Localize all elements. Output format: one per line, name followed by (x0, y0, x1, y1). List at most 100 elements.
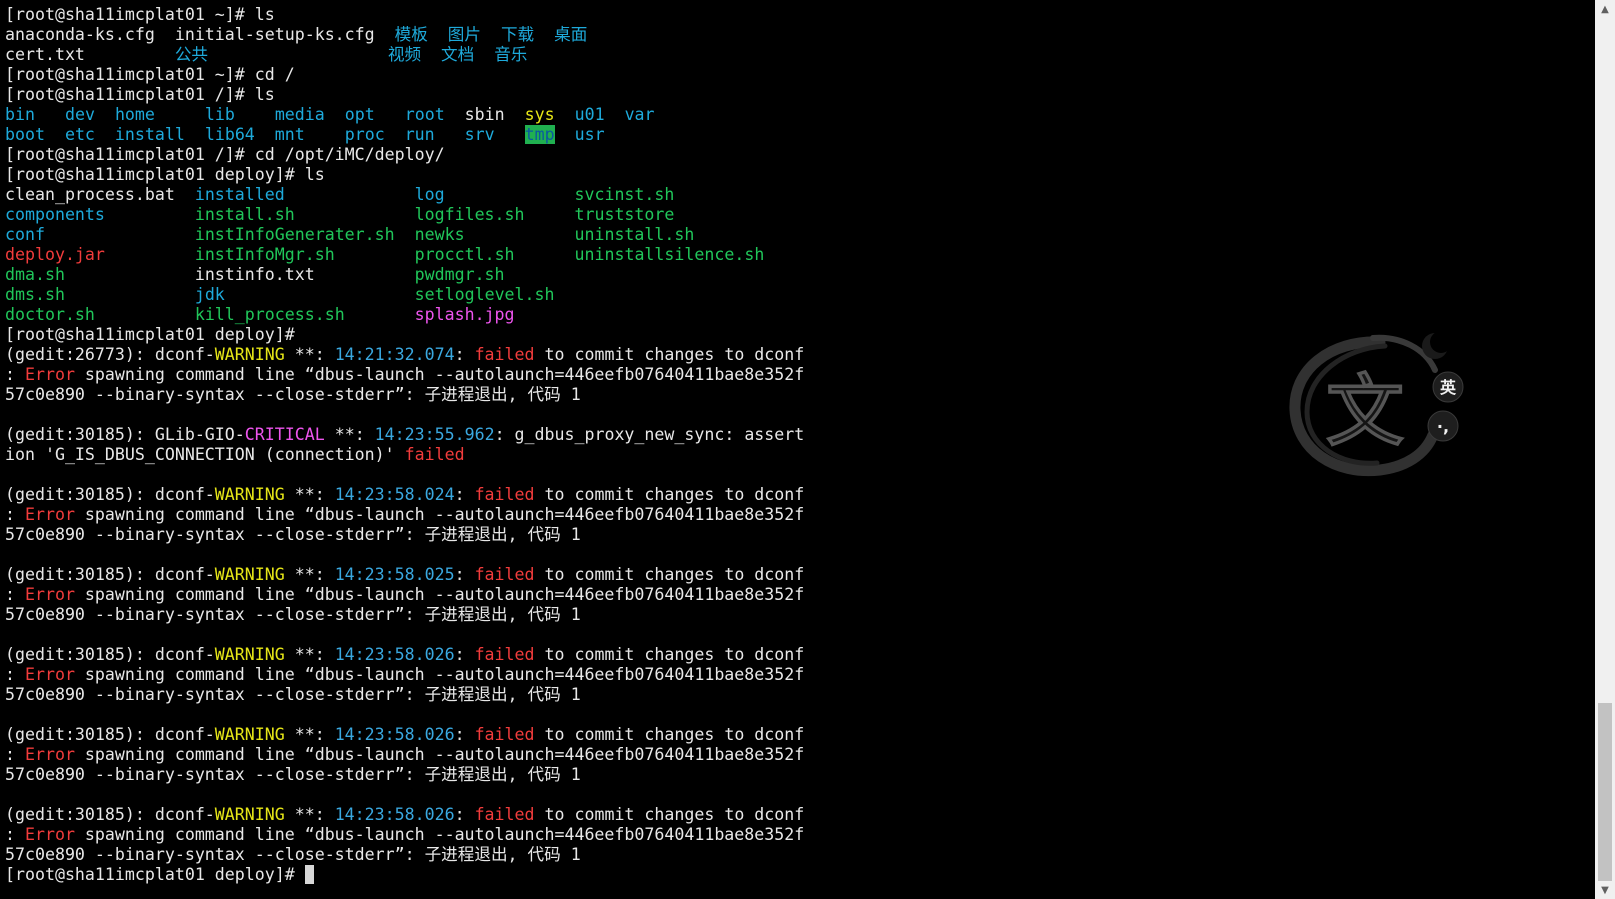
terminal-text-segment: var (624, 105, 655, 124)
scroll-up-arrow-icon[interactable]: ▲ (1595, 0, 1615, 18)
terminal-text-segment: spawning command line “dbus-launch --aut… (74, 505, 805, 524)
terminal-text-segment: home (114, 105, 155, 124)
terminal-text-segment: (gedit:30185): dconf- (5, 725, 215, 744)
terminal-text-segment: WARNING (214, 725, 285, 744)
ime-punct-button[interactable]: ·, (1427, 410, 1459, 442)
terminal-text-segment: kill_process.sh (194, 305, 345, 324)
scroll-down-arrow-icon[interactable]: ▼ (1595, 881, 1615, 899)
terminal-text-segment: 57c0e890 --binary-syntax --close-stderr”… (5, 525, 581, 544)
terminal-text-segment: conf (5, 225, 45, 244)
terminal-text-segment: spawning command line “dbus-launch --aut… (74, 825, 805, 844)
terminal-text-segment: CRITICAL (244, 425, 325, 444)
terminal-text-segment: 模板 (394, 25, 428, 44)
terminal-line: anaconda-ks.cfg initial-setup-ks.cfg 模板 … (5, 25, 804, 45)
terminal-line: : Error spawning command line “dbus-laun… (5, 665, 804, 685)
terminal-text-segment: spawning command line “dbus-launch --aut… (74, 745, 805, 764)
terminal-line: (gedit:30185): dconf-WARNING **: 14:23:5… (5, 565, 804, 585)
terminal-prompt-line[interactable]: [root@sha11imcplat01 deploy]# (5, 865, 804, 885)
terminal-text-segment: truststore (574, 205, 675, 224)
terminal-line: [root@sha11imcplat01 deploy]# ls (5, 165, 804, 185)
terminal-text-segment: cert.txt (5, 45, 175, 64)
terminal-text-segment: : (454, 805, 475, 824)
terminal-text-segment: tmp (524, 125, 555, 144)
terminal-text-segment: to commit changes to dconf (534, 725, 805, 744)
terminal-text-segment: (gedit:30185): dconf- (5, 645, 215, 664)
terminal-text-segment: [root@sha11imcplat01 deploy]# ls (5, 165, 325, 184)
terminal-text-segment: **: (324, 425, 375, 444)
terminal-text-segment: Error (24, 665, 75, 684)
terminal-line: : Error spawning command line “dbus-laun… (5, 585, 804, 605)
terminal-text-segment: clean_process.bat (5, 185, 195, 204)
terminal-line: 57c0e890 --binary-syntax --close-stderr”… (5, 845, 804, 865)
scrollbar-thumb[interactable] (1598, 703, 1612, 881)
terminal-text-segment: log (414, 185, 445, 204)
ime-punct-label: ·, (1437, 417, 1449, 436)
terminal-text-segment: svcinst.sh (574, 185, 675, 204)
terminal-line: 57c0e890 --binary-syntax --close-stderr”… (5, 765, 804, 785)
terminal-text-segment: Error (24, 585, 75, 604)
ime-floating-toolbar[interactable]: 文 英 ·, (1285, 330, 1465, 480)
terminal-text-segment: sys (524, 105, 555, 124)
terminal-text-segment: instInfoMgr.sh (194, 245, 335, 264)
terminal-text-segment: 57c0e890 --binary-syntax --close-stderr”… (5, 385, 581, 404)
terminal-text-segment: bin (5, 105, 35, 124)
terminal-text-segment: (gedit:30185): GLib-GIO- (5, 425, 245, 444)
vertical-scrollbar[interactable]: ▲ ▼ (1595, 0, 1615, 899)
terminal-text-segment: lib64 (204, 125, 255, 144)
ime-main-char: 文 (1326, 366, 1404, 457)
terminal-text-segment: [root@sha11imcplat01 /]# ls (5, 85, 275, 104)
terminal-text-segment: jdk (194, 285, 225, 304)
terminal-text-segment: newks (414, 225, 465, 244)
terminal-text-segment: 57c0e890 --binary-syntax --close-stderr”… (5, 845, 581, 864)
terminal-text-segment: boot (5, 125, 45, 144)
terminal-text-segment: failed (474, 565, 535, 584)
terminal-line: 57c0e890 --binary-syntax --close-stderr”… (5, 385, 804, 405)
terminal-text-segment: (gedit:30185): dconf- (5, 805, 215, 824)
terminal-text-segment: WARNING (214, 565, 285, 584)
terminal-line: (gedit:30185): dconf-WARNING **: 14:23:5… (5, 645, 804, 665)
terminal-line: cert.txt 公共 视频 文档 音乐 (5, 45, 804, 65)
terminal-text-segment: [root@sha11imcplat01 ~]# cd / (5, 65, 295, 84)
terminal-line: dma.sh instinfo.txt pwdmgr.sh (5, 265, 804, 285)
terminal-text-segment: : (5, 585, 25, 604)
terminal-text-segment: : (454, 345, 475, 364)
terminal-text-segment: doctor.sh (5, 305, 95, 324)
terminal-line: ion 'G_IS_DBUS_CONNECTION (connection)' … (5, 445, 804, 465)
terminal-text-segment: etc (64, 125, 95, 144)
terminal-line: : Error spawning command line “dbus-laun… (5, 825, 804, 845)
terminal-line: : Error spawning command line “dbus-laun… (5, 365, 804, 385)
terminal-text-segment: 57c0e890 --binary-syntax --close-stderr”… (5, 765, 581, 784)
terminal-text-segment: : (5, 505, 25, 524)
terminal-text-segment: mnt (274, 125, 305, 144)
terminal-text-segment: pwdmgr.sh (414, 265, 505, 284)
terminal-text-segment: to commit changes to dconf (534, 805, 805, 824)
terminal-text-segment: : (454, 645, 475, 664)
ime-mode-button[interactable]: 英 (1432, 371, 1464, 403)
terminal-text-segment: [root@sha11imcplat01 /]# cd /opt/iMC/dep… (5, 145, 445, 164)
terminal-line: : Error spawning command line “dbus-laun… (5, 505, 804, 525)
terminal-text-segment: srv (464, 125, 495, 144)
terminal-text-segment: failed (474, 485, 535, 504)
terminal-text-segment: dma.sh (5, 265, 65, 284)
terminal-text-segment: 文档 (441, 45, 475, 64)
